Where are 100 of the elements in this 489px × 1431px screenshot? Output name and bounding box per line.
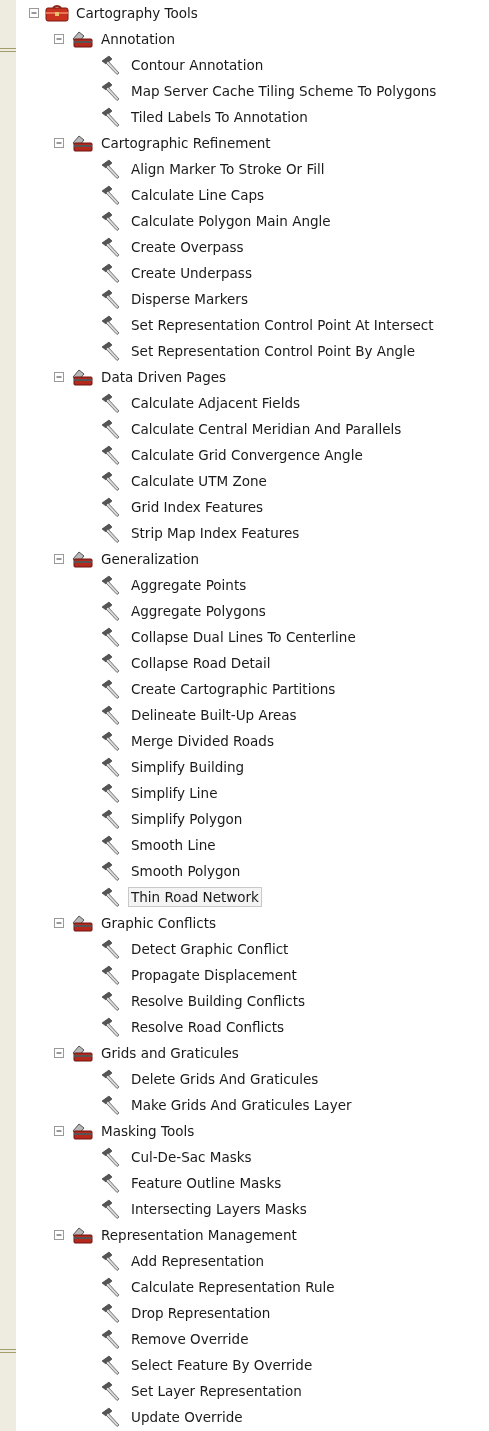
collapse-icon[interactable]: [29, 8, 39, 18]
toolbox-item[interactable]: Cartography Tools: [73, 3, 201, 23]
toolset-icon: [70, 368, 94, 386]
hammer-icon: [100, 81, 122, 101]
tool-item[interactable]: Tiled Labels To Annotation: [128, 107, 311, 127]
toolset-icon: [70, 1044, 94, 1062]
hammer-icon: [100, 419, 122, 439]
hammer-icon: [100, 1381, 122, 1401]
collapse-icon[interactable]: [54, 918, 64, 928]
tool-item[interactable]: Calculate Grid Convergence Angle: [128, 445, 366, 465]
tool-item[interactable]: Strip Map Index Features: [128, 523, 303, 543]
tool-item[interactable]: Merge Divided Roads: [128, 731, 277, 751]
toolset-icon: [70, 1226, 94, 1244]
hammer-icon: [100, 471, 122, 491]
tool-item[interactable]: Create Underpass: [128, 263, 255, 283]
collapse-icon[interactable]: [54, 1048, 64, 1058]
tool-item[interactable]: Create Cartographic Partitions: [128, 679, 339, 699]
tool-item[interactable]: Delineate Built-Up Areas: [128, 705, 300, 725]
tool-item[interactable]: Add Representation: [128, 1251, 267, 1271]
tool-item[interactable]: Resolve Building Conflicts: [128, 991, 308, 1011]
hammer-icon: [100, 55, 122, 75]
toolset-item[interactable]: Representation Management: [98, 1225, 300, 1245]
tool-item[interactable]: Simplify Building: [128, 757, 248, 777]
toolset-item[interactable]: Graphic Conflicts: [98, 913, 220, 933]
tool-item[interactable]: Feature Outline Masks: [128, 1173, 285, 1193]
tool-item[interactable]: Calculate Polygon Main Angle: [128, 211, 334, 231]
hammer-icon: [100, 861, 122, 881]
toolset-item[interactable]: Masking Tools: [98, 1121, 198, 1141]
tool-item[interactable]: Detect Graphic Conflict: [128, 939, 292, 959]
toolset-icon: [70, 30, 94, 48]
hammer-icon: [100, 237, 122, 257]
toolset-item[interactable]: Cartographic Refinement: [98, 133, 274, 153]
tool-item[interactable]: Calculate Central Meridian And Parallels: [128, 419, 405, 439]
collapse-icon[interactable]: [54, 1126, 64, 1136]
hammer-icon: [100, 497, 122, 517]
hammer-icon: [100, 185, 122, 205]
collapse-icon[interactable]: [54, 1230, 64, 1240]
tool-item[interactable]: Propagate Displacement: [128, 965, 300, 985]
hammer-icon: [100, 1017, 122, 1037]
tool-item[interactable]: Aggregate Points: [128, 575, 250, 595]
tool-item[interactable]: Simplify Line: [128, 783, 221, 803]
hammer-icon: [100, 159, 122, 179]
tool-item[interactable]: Set Representation Control Point By Angle: [128, 341, 419, 361]
toolset-item[interactable]: Data Driven Pages: [98, 367, 230, 387]
tool-item[interactable]: Thin Road Network: [128, 887, 262, 907]
collapse-icon[interactable]: [54, 34, 64, 44]
toolset-item[interactable]: Generalization: [98, 549, 203, 569]
hammer-icon: [100, 575, 122, 595]
tool-item[interactable]: Resolve Road Conflicts: [128, 1017, 288, 1037]
toolset-icon: [70, 134, 94, 152]
tool-item[interactable]: Simplify Polygon: [128, 809, 246, 829]
tool-item[interactable]: Align Marker To Stroke Or Fill: [128, 159, 328, 179]
tool-item[interactable]: Calculate Line Caps: [128, 185, 268, 205]
hammer-icon: [100, 653, 122, 673]
hammer-icon: [100, 1069, 122, 1089]
hammer-icon: [100, 1355, 122, 1375]
tool-item[interactable]: Make Grids And Graticules Layer: [128, 1095, 355, 1115]
tool-item[interactable]: Select Feature By Override: [128, 1355, 316, 1375]
tool-item[interactable]: Update Override: [128, 1407, 246, 1427]
tool-item[interactable]: Delete Grids And Graticules: [128, 1069, 322, 1089]
hammer-icon: [100, 809, 122, 829]
tool-item[interactable]: Contour Annotation: [128, 55, 267, 75]
hammer-icon: [100, 783, 122, 803]
tool-item[interactable]: Intersecting Layers Masks: [128, 1199, 310, 1219]
hammer-icon: [100, 445, 122, 465]
hammer-icon: [100, 1303, 122, 1323]
hammer-icon: [100, 1095, 122, 1115]
tool-item[interactable]: Remove Override: [128, 1329, 252, 1349]
tool-item[interactable]: Map Server Cache Tiling Scheme To Polygons: [128, 81, 440, 101]
tool-item[interactable]: Calculate UTM Zone: [128, 471, 270, 491]
hammer-icon: [100, 627, 122, 647]
hammer-icon: [100, 1199, 122, 1219]
hammer-icon: [100, 835, 122, 855]
toolset-icon: [70, 914, 94, 932]
tool-item[interactable]: Calculate Representation Rule: [128, 1277, 338, 1297]
hammer-icon: [100, 263, 122, 283]
tool-item[interactable]: Collapse Road Detail: [128, 653, 274, 673]
toolset-item[interactable]: Grids and Graticules: [98, 1043, 242, 1063]
collapse-icon[interactable]: [54, 554, 64, 564]
hammer-icon: [100, 1277, 122, 1297]
tool-item[interactable]: Set Layer Representation: [128, 1381, 305, 1401]
hammer-icon: [100, 705, 122, 725]
tool-item[interactable]: Smooth Line: [128, 835, 219, 855]
tool-item[interactable]: Disperse Markers: [128, 289, 251, 309]
tool-item[interactable]: Collapse Dual Lines To Centerline: [128, 627, 359, 647]
hammer-icon: [100, 1147, 122, 1167]
collapse-icon[interactable]: [54, 138, 64, 148]
collapse-icon[interactable]: [54, 372, 64, 382]
hammer-icon: [100, 211, 122, 231]
tool-item[interactable]: Cul-De-Sac Masks: [128, 1147, 255, 1167]
tool-item[interactable]: Smooth Polygon: [128, 861, 244, 881]
tool-item[interactable]: Grid Index Features: [128, 497, 267, 517]
hammer-icon: [100, 523, 122, 543]
tool-item[interactable]: Calculate Adjacent Fields: [128, 393, 303, 413]
tool-item[interactable]: Drop Representation: [128, 1303, 274, 1323]
hammer-icon: [100, 341, 122, 361]
tool-item[interactable]: Aggregate Polygons: [128, 601, 269, 621]
toolset-item[interactable]: Annotation: [98, 29, 179, 49]
tool-item[interactable]: Set Representation Control Point At Intersect: [128, 315, 437, 335]
tool-item[interactable]: Create Overpass: [128, 237, 247, 257]
